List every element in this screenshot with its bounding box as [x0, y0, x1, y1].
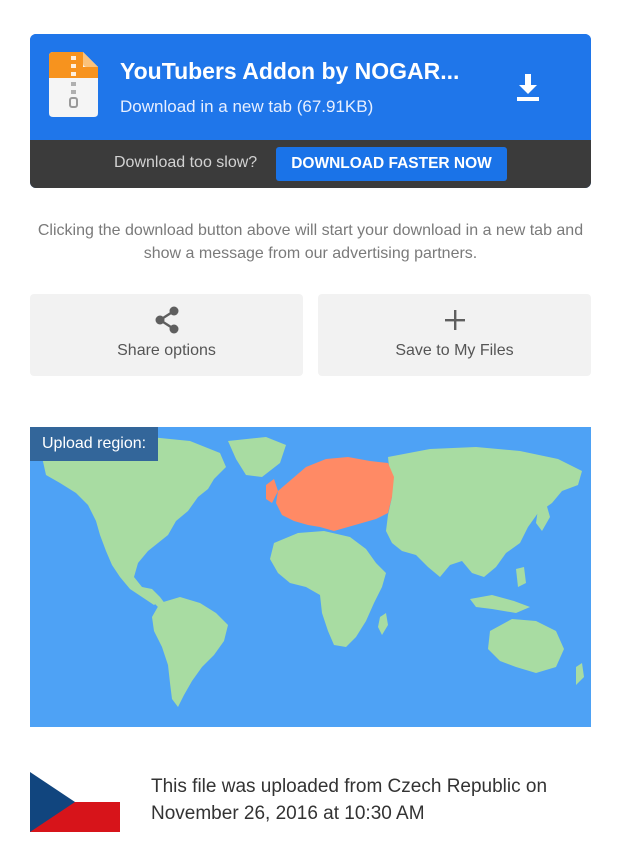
- share-options-label: Share options: [117, 342, 216, 359]
- download-notice: Clicking the download button above will …: [37, 222, 584, 262]
- europe-highlighted-shape: [276, 457, 394, 531]
- south-america-shape: [152, 597, 228, 707]
- indonesia-shape: [470, 595, 530, 613]
- download-button[interactable]: YouTubers Addon by NOGAR... Download in …: [30, 34, 591, 140]
- share-options-button[interactable]: Share options: [30, 294, 303, 376]
- slow-download-text: Download too slow?: [114, 154, 258, 171]
- download-card: YouTubers Addon by NOGAR... Download in …: [30, 34, 591, 188]
- zip-file-icon: [49, 52, 98, 117]
- save-to-my-files-button[interactable]: Save to My Files: [318, 294, 591, 376]
- uk-shape: [266, 479, 278, 503]
- czech-republic-flag: [30, 772, 120, 832]
- africa-shape: [270, 531, 386, 647]
- save-to-my-files-label: Save to My Files: [395, 342, 514, 359]
- slow-download-bar: Download too slow? DOWNLOAD FASTER NOW: [30, 140, 591, 188]
- asia-shape: [386, 447, 582, 577]
- upload-region-map: Upload region:: [30, 427, 591, 727]
- philippines-shape: [516, 567, 526, 587]
- download-faster-button[interactable]: DOWNLOAD FASTER NOW: [276, 147, 507, 181]
- download-subtitle: Download in a new tab (67.91KB): [120, 97, 374, 116]
- madagascar-shape: [378, 613, 388, 635]
- file-name: YouTubers Addon by NOGAR...: [120, 58, 460, 84]
- australia-shape: [488, 619, 564, 673]
- upload-region-label: Upload region:: [30, 427, 159, 461]
- upload-info-text: This file was uploaded from Czech Republ…: [151, 776, 548, 824]
- download-arrow-icon: [517, 74, 539, 101]
- north-america-shape: [42, 437, 226, 605]
- new-zealand-shape: [576, 663, 584, 685]
- world-map: [42, 437, 584, 707]
- page: YouTubers Addon by NOGAR... Download in …: [0, 0, 621, 864]
- share-icon: [155, 306, 178, 334]
- greenland-shape: [228, 437, 286, 477]
- plus-icon: [444, 310, 465, 330]
